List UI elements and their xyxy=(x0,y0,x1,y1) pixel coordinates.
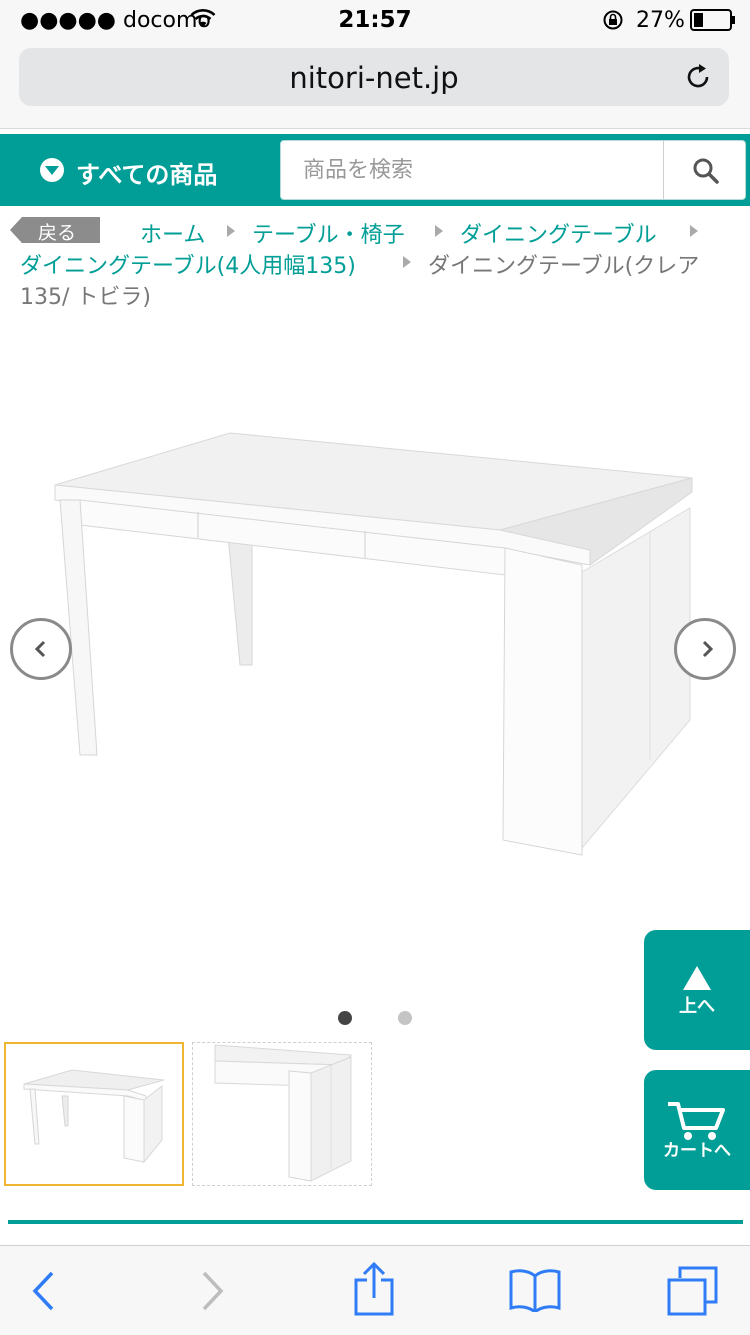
breadcrumb-current-line1: ダイニングテーブル(クレア xyxy=(428,254,700,279)
chevron-down-icon xyxy=(45,166,59,175)
carousel-next-button[interactable] xyxy=(674,618,736,680)
back-label: 戻る xyxy=(38,222,77,244)
breadcrumb-current-line2: 135/ トビラ) xyxy=(20,285,151,310)
go-to-cart-label: カートへ xyxy=(663,1141,731,1161)
browser-toolbar xyxy=(0,1245,750,1335)
carousel-dot-2[interactable] xyxy=(398,1011,412,1025)
thumbnail-image xyxy=(23,1069,165,1164)
triangle-up-icon xyxy=(683,966,711,990)
go-to-cart-button[interactable]: カートへ xyxy=(644,1070,750,1190)
section-divider xyxy=(8,1220,743,1224)
breadcrumb-separator-icon xyxy=(227,225,235,237)
tabs-icon[interactable] xyxy=(666,1266,720,1316)
chevron-right-icon xyxy=(702,640,714,658)
site-header: すべての商品 xyxy=(0,134,750,206)
breadcrumb-tables-chairs[interactable]: テーブル・椅子 xyxy=(252,217,405,249)
breadcrumb-separator-icon xyxy=(403,256,411,268)
browser-address-area: nitori-net.jp xyxy=(0,40,750,129)
carousel-dot-1[interactable] xyxy=(338,1011,352,1025)
bookmarks-icon[interactable] xyxy=(508,1268,562,1312)
battery-icon xyxy=(690,9,735,31)
all-products-button[interactable]: すべての商品 xyxy=(0,134,280,206)
search-input[interactable] xyxy=(281,141,663,199)
status-bar: ●●●●● docomo 21:57 27% xyxy=(0,0,750,40)
all-products-label: すべての商品 xyxy=(76,161,218,189)
chevron-left-icon xyxy=(34,640,46,658)
address-bar[interactable]: nitori-net.jp xyxy=(19,48,729,106)
battery-percent: 27% xyxy=(636,8,685,33)
url-text: nitori-net.jp xyxy=(289,61,459,95)
breadcrumb-dining-tables[interactable]: ダイニングテーブル xyxy=(460,217,657,249)
search-box xyxy=(280,140,746,200)
carousel-prev-button[interactable] xyxy=(10,618,72,680)
browser-back-icon[interactable] xyxy=(30,1270,58,1312)
product-thumbnail-2[interactable] xyxy=(192,1042,372,1186)
rotation-lock-icon xyxy=(603,10,623,30)
back-button[interactable]: 戻る xyxy=(10,217,100,244)
share-icon[interactable] xyxy=(352,1262,396,1318)
breadcrumb-separator-icon xyxy=(690,225,698,237)
scroll-to-top-label: 上へ xyxy=(679,996,715,1017)
reload-icon[interactable] xyxy=(683,62,713,92)
product-image[interactable] xyxy=(0,320,750,940)
breadcrumb-home[interactable]: ホーム xyxy=(140,217,205,249)
breadcrumb-dining-tables-4p[interactable]: ダイニングテーブル(4人用幅135) xyxy=(20,248,356,280)
search-button[interactable] xyxy=(663,141,746,199)
scroll-to-top-button[interactable]: 上へ xyxy=(644,930,750,1050)
browser-forward-icon[interactable] xyxy=(198,1270,226,1312)
thumbnail-image xyxy=(214,1044,352,1182)
breadcrumb-separator-icon xyxy=(435,225,443,237)
search-icon xyxy=(693,158,719,184)
product-thumbnail-1[interactable] xyxy=(4,1042,184,1186)
